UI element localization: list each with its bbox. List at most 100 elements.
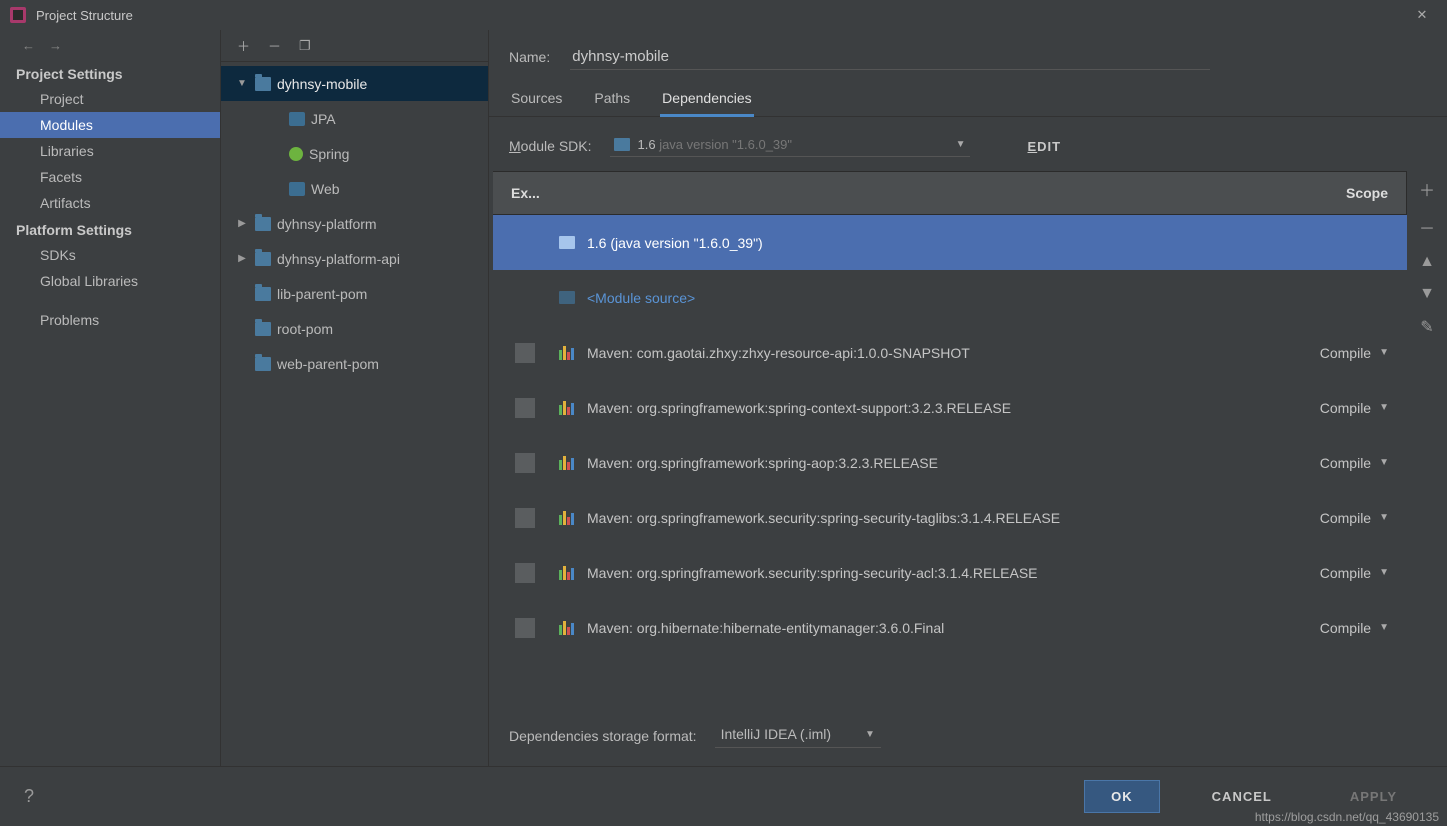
- tree-node-label: dyhnsy-platform: [277, 216, 377, 232]
- add-icon[interactable]: ＋: [237, 36, 250, 55]
- folder-icon: [255, 252, 271, 266]
- tree-node[interactable]: ▼ dyhnsy-mobile: [221, 66, 488, 101]
- tree-node[interactable]: ▶ dyhnsy-platform: [221, 206, 488, 241]
- tree-node[interactable]: Web: [221, 171, 488, 206]
- sidebar: ← → Project SettingsProjectModulesLibrar…: [0, 30, 221, 766]
- dependency-row[interactable]: Maven: org.springframework:spring-aop:3.…: [493, 435, 1407, 490]
- tree-node[interactable]: web-parent-pom: [221, 346, 488, 381]
- export-checkbox[interactable]: [515, 508, 535, 528]
- folder-icon: [255, 217, 271, 231]
- tree-node[interactable]: Spring: [221, 136, 488, 171]
- add-dependency-icon[interactable]: ＋: [1419, 177, 1435, 201]
- scope-select[interactable]: Compile▼: [1320, 400, 1389, 416]
- sidebar-item-facets[interactable]: Facets: [0, 164, 220, 190]
- tree-node[interactable]: root-pom: [221, 311, 488, 346]
- chevron-down-icon: ▼: [1379, 567, 1389, 578]
- tab-paths[interactable]: Paths: [592, 90, 632, 116]
- move-down-icon[interactable]: ▼: [1419, 285, 1435, 303]
- library-icon: [559, 511, 574, 525]
- window-title: Project Structure: [36, 8, 133, 23]
- storage-format-select[interactable]: IntelliJ IDEA (.iml) ▼: [715, 723, 881, 748]
- sdk-folder-icon: [614, 138, 630, 151]
- dependency-row[interactable]: Maven: org.hibernate:hibernate-entityman…: [493, 600, 1407, 655]
- dependency-label: Maven: org.springframework.security:spri…: [587, 565, 1320, 581]
- sidebar-item-sdks[interactable]: SDKs: [0, 242, 220, 268]
- module-folder-icon: [559, 291, 575, 304]
- sidebar-group-title: Platform Settings: [0, 216, 220, 242]
- move-up-icon[interactable]: ▲: [1419, 253, 1435, 271]
- dependency-label: Maven: org.hibernate:hibernate-entityman…: [587, 620, 1320, 636]
- titlebar: Project Structure ✕: [0, 0, 1447, 30]
- library-icon: [559, 621, 574, 635]
- module-sdk-select[interactable]: 1.6 java version "1.6.0_39" ▼: [610, 135, 970, 157]
- ok-button[interactable]: OK: [1084, 780, 1160, 813]
- tree-node[interactable]: ▶dyhnsy-platform-api: [221, 241, 488, 276]
- col-export[interactable]: Ex...: [511, 185, 1346, 201]
- remove-dependency-icon[interactable]: －: [1419, 215, 1435, 239]
- watermark-text: https://blog.csdn.net/qq_43690135: [1255, 810, 1439, 824]
- tree-node-label: dyhnsy-mobile: [277, 76, 367, 92]
- sidebar-problems[interactable]: Problems: [0, 294, 220, 334]
- tab-sources[interactable]: Sources: [509, 90, 564, 116]
- dependencies-header: Ex... Scope: [493, 171, 1407, 215]
- export-checkbox[interactable]: [515, 398, 535, 418]
- scope-select[interactable]: Compile▼: [1320, 345, 1389, 361]
- export-checkbox[interactable]: [515, 563, 535, 583]
- tree-node-label: lib-parent-pom: [277, 286, 367, 302]
- tree-node[interactable]: lib-parent-pom: [221, 276, 488, 311]
- sidebar-item-project[interactable]: Project: [0, 86, 220, 112]
- sidebar-item-global-libraries[interactable]: Global Libraries: [0, 268, 220, 294]
- chevron-down-icon: ▼: [1379, 622, 1389, 633]
- tree-node[interactable]: JPA: [221, 101, 488, 136]
- expand-arrow-icon[interactable]: ▼: [235, 78, 249, 89]
- dependency-row[interactable]: 1.6 (java version "1.6.0_39"): [493, 215, 1407, 270]
- sidebar-group-title: Project Settings: [0, 60, 220, 86]
- module-sdk-label: Module SDK:: [509, 138, 592, 154]
- dependency-label: Maven: org.springframework.security:spri…: [587, 510, 1320, 526]
- sidebar-item-modules[interactable]: Modules: [0, 112, 220, 138]
- back-icon[interactable]: ←: [22, 38, 35, 53]
- dependency-row[interactable]: Maven: org.springframework.security:spri…: [493, 545, 1407, 600]
- module-tree-panel: ＋ － ❐ ▼dyhnsy-mobileJPASpringWeb▶dyhnsy-…: [221, 30, 489, 766]
- chevron-down-icon: ▼: [956, 139, 966, 150]
- tab-dependencies[interactable]: Dependencies: [660, 90, 754, 116]
- scope-select[interactable]: Compile▼: [1320, 455, 1389, 471]
- scope-select[interactable]: Compile▼: [1320, 620, 1389, 636]
- tree-node-label: Web: [311, 181, 340, 197]
- expand-arrow-icon[interactable]: ▶: [235, 218, 249, 229]
- tree-node-label: Spring: [309, 146, 349, 162]
- library-icon: [559, 401, 574, 415]
- tree-node-label: JPA: [311, 111, 336, 127]
- jpa-icon: [289, 112, 305, 126]
- edit-dependency-icon[interactable]: ✎: [1420, 317, 1433, 337]
- help-icon[interactable]: ?: [24, 786, 34, 807]
- scope-select[interactable]: Compile▼: [1320, 565, 1389, 581]
- dependency-row[interactable]: Maven: org.springframework:spring-contex…: [493, 380, 1407, 435]
- dependency-label: 1.6 (java version "1.6.0_39"): [587, 235, 1389, 251]
- cancel-button[interactable]: CANCEL: [1186, 781, 1298, 812]
- storage-format-label: Dependencies storage format:: [509, 728, 697, 744]
- chevron-down-icon: ▼: [1379, 512, 1389, 523]
- copy-icon[interactable]: ❐: [299, 38, 311, 54]
- remove-icon[interactable]: －: [268, 36, 281, 55]
- module-name-input[interactable]: [570, 44, 1210, 70]
- export-checkbox[interactable]: [515, 618, 535, 638]
- export-checkbox[interactable]: [515, 343, 535, 363]
- close-icon[interactable]: ✕: [1407, 7, 1437, 23]
- sidebar-item-libraries[interactable]: Libraries: [0, 138, 220, 164]
- dependency-row[interactable]: Maven: org.springframework.security:spri…: [493, 490, 1407, 545]
- expand-arrow-icon[interactable]: ▶: [235, 253, 249, 264]
- export-checkbox[interactable]: [515, 453, 535, 473]
- dependency-row[interactable]: <Module source>: [493, 270, 1407, 325]
- detail-panel: Name: SourcesPathsDependencies Module SD…: [489, 30, 1447, 766]
- col-scope[interactable]: Scope: [1346, 185, 1388, 201]
- sidebar-item-artifacts[interactable]: Artifacts: [0, 190, 220, 216]
- dependency-label: Maven: org.springframework:spring-aop:3.…: [587, 455, 1320, 471]
- sdk-edit-button[interactable]: EDIT: [1028, 139, 1062, 154]
- chevron-down-icon: ▼: [1379, 402, 1389, 413]
- folder-icon: [255, 322, 271, 336]
- apply-button[interactable]: APPLY: [1324, 781, 1423, 812]
- dependency-row[interactable]: Maven: com.gaotai.zhxy:zhxy-resource-api…: [493, 325, 1407, 380]
- scope-select[interactable]: Compile▼: [1320, 510, 1389, 526]
- forward-icon[interactable]: →: [49, 38, 62, 53]
